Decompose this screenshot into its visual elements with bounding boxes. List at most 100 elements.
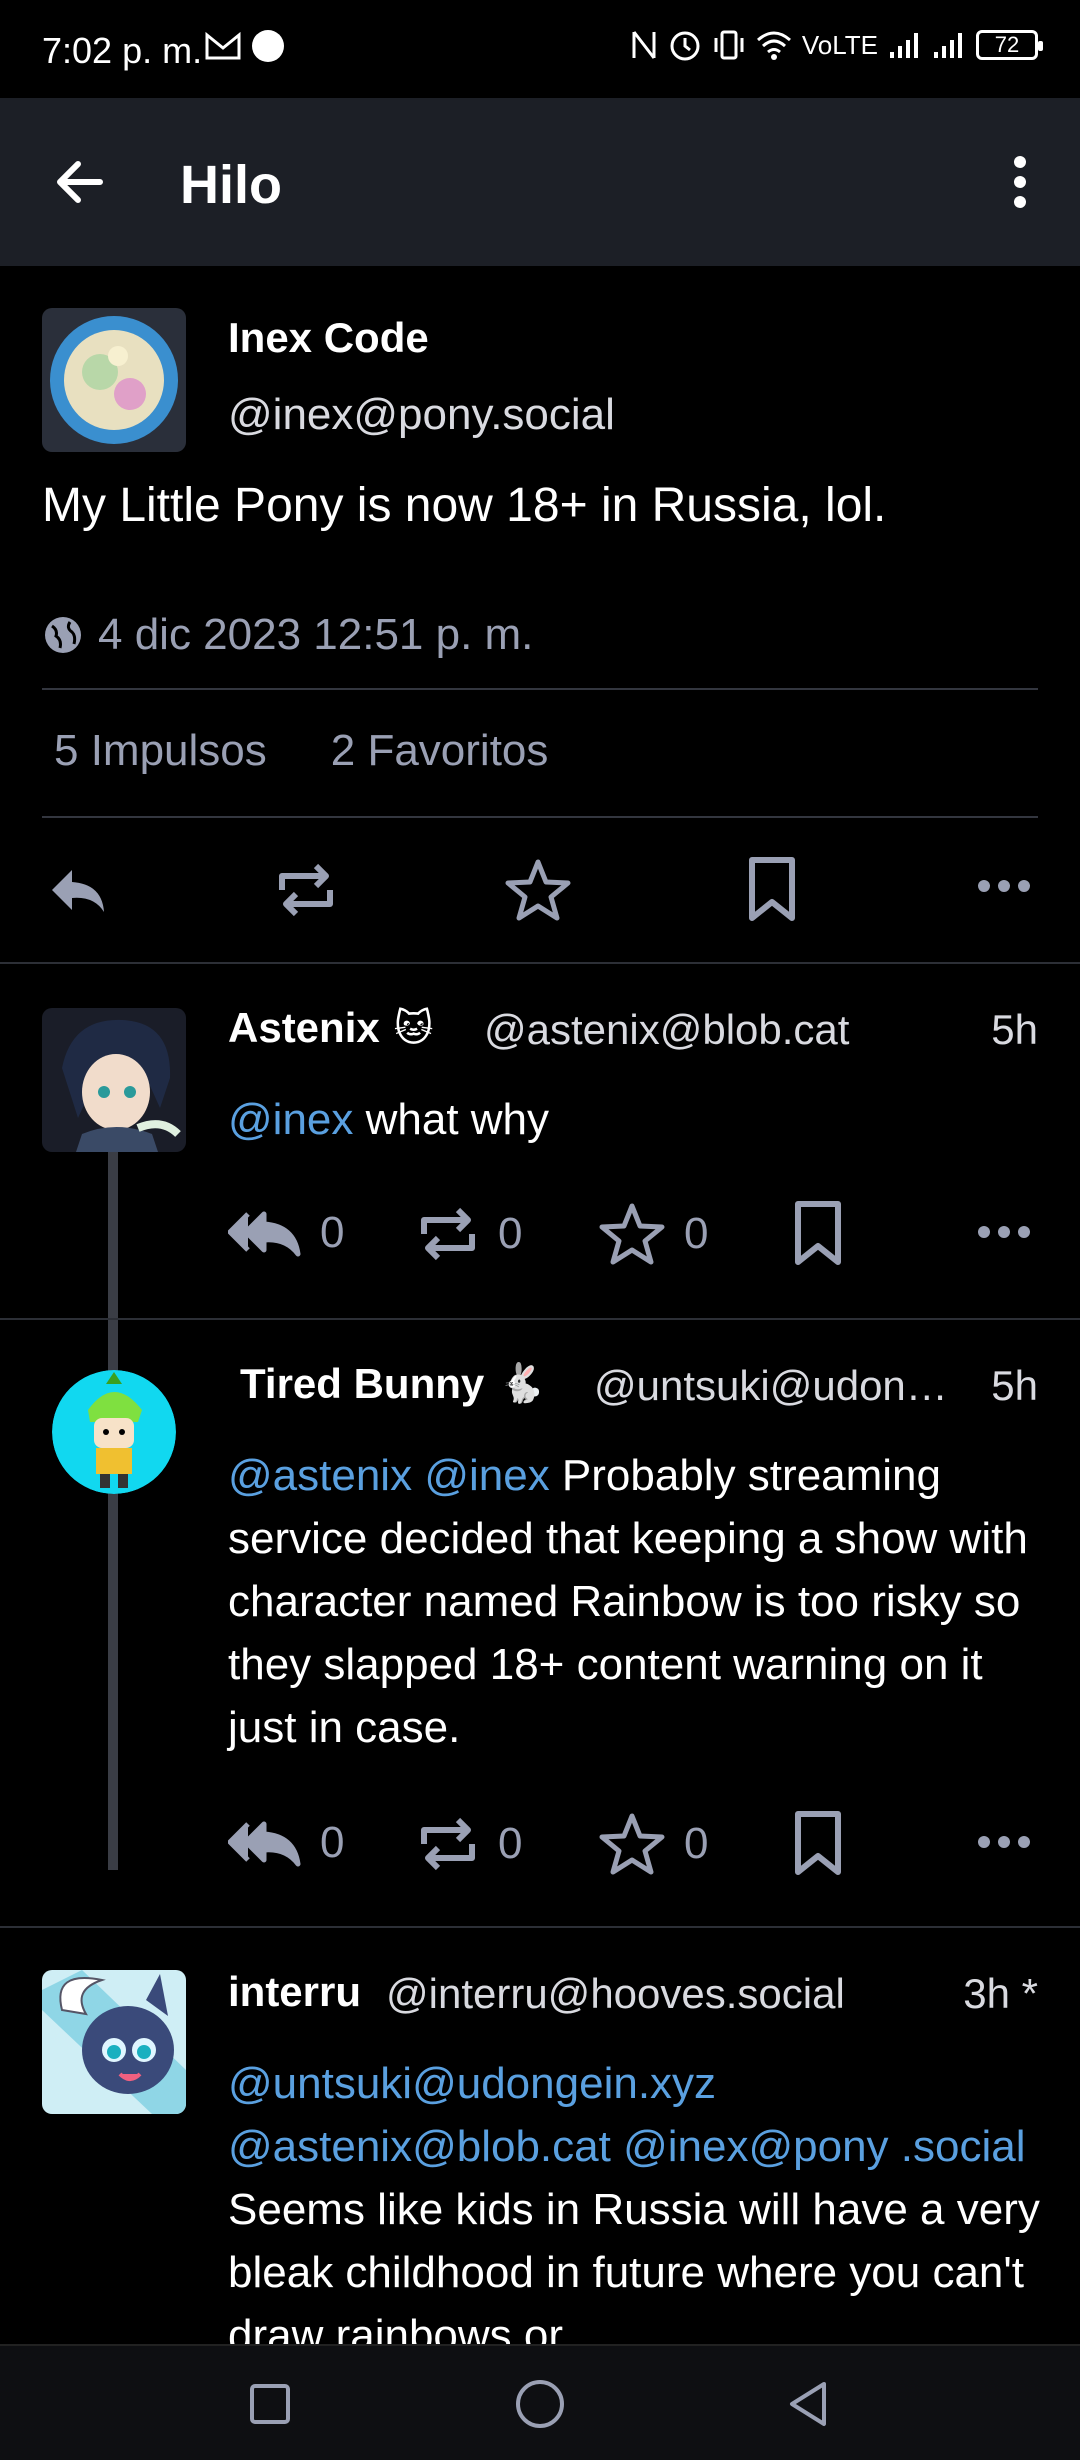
reply-author-handle[interactable]: @astenix@blob.cat (484, 1006, 849, 1054)
reply-author-name-text: interru (228, 1968, 362, 2015)
battery-indicator: 72 (976, 30, 1043, 60)
status-time: 7:02 p. m. (42, 30, 203, 71)
mention-link[interactable]: @inex@pony .social (623, 2122, 1025, 2171)
post-date[interactable]: 4 dic 2023 12:51 p. m. (42, 610, 533, 660)
post-actions (0, 856, 1080, 936)
reply-author-name[interactable]: interru (228, 1968, 361, 2016)
notification-dot-icon (252, 30, 284, 62)
reply-content: @untsuki@udongein.xyz @astenix@blob.cat … (228, 2052, 1048, 2344)
more-horizontal-icon (978, 1836, 1030, 1848)
reply-timestamp: 3h * (963, 1970, 1038, 2017)
status-right-icons: VoLTE 72 (630, 28, 1043, 62)
bookmark-icon (795, 1811, 841, 1875)
favorite-count: 0 (684, 1209, 709, 1258)
gmail-icon (205, 31, 241, 60)
network-type: VoLTE (801, 29, 878, 60)
star-icon (599, 1813, 665, 1875)
mention-link[interactable]: @untsuki@udongein.xyz (228, 2059, 716, 2108)
reply-author-handle[interactable]: @interru@hooves.social (386, 1970, 845, 2018)
reply-timestamp: 5h (991, 1006, 1038, 1053)
post-date-text: 4 dic 2023 12:51 p. m. (98, 610, 534, 659)
mention-link[interactable]: @astenix@blob.cat (228, 2122, 611, 2171)
reply-all-icon (228, 1821, 301, 1867)
more-button[interactable] (976, 1834, 1032, 1850)
app-bar: Hilo (0, 98, 1080, 266)
post-content: My Little Pony is now 18+ in Russia, lol… (42, 479, 887, 532)
cat-emoji-icon: 🐱 (393, 1007, 434, 1050)
reply-content: @astenix @inex Probably streaming servic… (228, 1444, 1048, 1759)
signal-icon (890, 33, 918, 58)
recents-square-icon[interactable] (242, 2376, 298, 2432)
post-counts: 5 Impulsos 2 Favoritos (54, 726, 548, 776)
more-button[interactable] (976, 878, 1032, 894)
arrow-left-icon[interactable] (48, 150, 112, 214)
favorite-button[interactable]: 0 (598, 1812, 708, 1876)
divider (42, 816, 1038, 818)
reply-all-icon (228, 1211, 301, 1257)
reply-button[interactable] (48, 864, 108, 916)
more-horizontal-icon (978, 1226, 1030, 1238)
home-circle-icon[interactable] (512, 2376, 568, 2432)
reply-item[interactable]: interru @interru@hooves.social 3h * @unt… (0, 1928, 1080, 2344)
avatar[interactable] (52, 1370, 176, 1494)
star-icon (599, 1203, 665, 1265)
status-left-icons (204, 28, 286, 64)
avatar[interactable] (42, 1008, 186, 1152)
mention-link[interactable]: @astenix (228, 1451, 412, 1500)
wifi-icon (756, 31, 791, 60)
page-title: Hilo (180, 155, 282, 215)
repeat-icon (421, 1817, 475, 1871)
main-post: Inex Code @inex@pony.social My Little Po… (0, 266, 1080, 962)
more-vertical-icon[interactable] (996, 150, 1044, 214)
boost-button[interactable]: 0 (416, 1814, 522, 1874)
nfc-icon (632, 31, 656, 59)
more-horizontal-icon (978, 880, 1030, 892)
reply-button[interactable]: 0 (228, 1818, 344, 1868)
reply-author-name[interactable]: Tired Bunny 🐇 (240, 1360, 546, 1408)
reply-author-name-text: Astenix (228, 1004, 380, 1051)
boost-count-link[interactable]: 5 Impulsos (54, 726, 267, 776)
repeat-icon (279, 863, 333, 917)
reply-icon (52, 870, 104, 912)
favorite-count: 0 (684, 1819, 709, 1868)
reply-item[interactable]: Astenix 🐱 @astenix@blob.cat 5h @inex wha… (0, 964, 1080, 1318)
favorite-button[interactable]: 0 (598, 1202, 708, 1266)
signal-icon-2 (934, 33, 962, 58)
repeat-icon (421, 1207, 475, 1261)
reply-item[interactable]: Tired Bunny 🐇 @untsuki@udon… 5h @astenix… (0, 1320, 1080, 1926)
back-triangle-icon[interactable] (780, 2376, 836, 2432)
mention-link[interactable]: @inex (228, 1095, 353, 1144)
bookmark-button[interactable] (790, 1200, 846, 1266)
mention-link[interactable]: @inex (424, 1451, 549, 1500)
globe-icon (45, 617, 81, 653)
divider (42, 688, 1038, 690)
boost-button[interactable] (274, 860, 338, 920)
reply-text: Seems like kids in Russia will have a ve… (228, 2185, 1040, 2344)
more-button[interactable] (976, 1224, 1032, 1240)
reply-count: 0 (320, 1818, 345, 1867)
vibrate-icon (714, 30, 744, 60)
favorite-button[interactable] (504, 858, 572, 922)
reply-timestamp: 5h (991, 1362, 1038, 1409)
bookmark-icon (795, 1201, 841, 1265)
bunny-emoji-icon: 🐇 (498, 1363, 546, 1405)
author-handle[interactable]: @inex@pony.social (228, 390, 615, 440)
avatar[interactable] (42, 1970, 186, 2114)
reply-author-name[interactable]: Astenix 🐱 (228, 1004, 433, 1052)
boost-count: 0 (498, 1819, 523, 1868)
bookmark-button[interactable] (744, 856, 800, 922)
bookmark-icon (749, 857, 795, 921)
bookmark-button[interactable] (790, 1810, 846, 1876)
status-bar: 7:02 p. m. VoLTE 72 (0, 0, 1080, 98)
boost-button[interactable]: 0 (416, 1204, 522, 1264)
avatar[interactable] (42, 308, 186, 452)
reply-author-handle[interactable]: @untsuki@udon… (594, 1362, 948, 1410)
reply-text: what why (353, 1095, 550, 1144)
alarm-icon (670, 31, 700, 61)
reply-count: 0 (320, 1208, 345, 1257)
favorite-count-link[interactable]: 2 Favoritos (331, 726, 549, 776)
author-name[interactable]: Inex Code (228, 314, 429, 362)
reply-button[interactable]: 0 (228, 1208, 344, 1258)
reply-author-name-text: Tired Bunny (240, 1360, 485, 1407)
star-icon (505, 859, 571, 921)
